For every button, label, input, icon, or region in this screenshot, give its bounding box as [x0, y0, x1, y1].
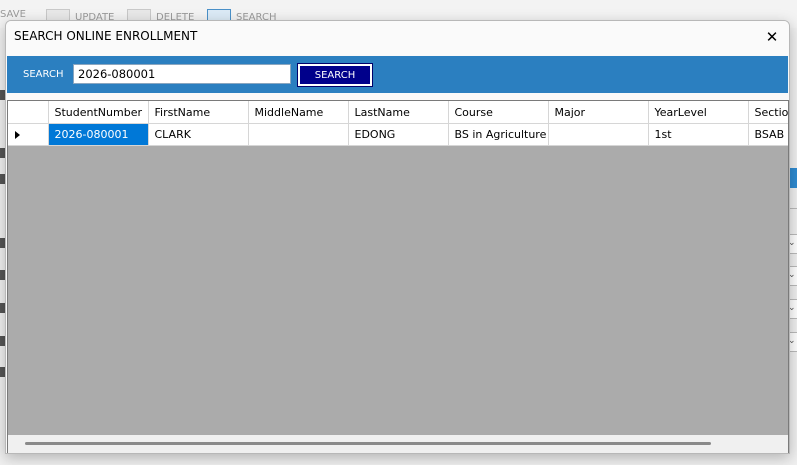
- background-save-button: SAVE: [0, 9, 26, 20]
- cell-first-name[interactable]: CLARK: [148, 123, 249, 146]
- row-indicator-arrow-icon: [15, 130, 20, 139]
- column-header-major[interactable]: Major: [548, 101, 649, 124]
- header-row: StudentNumber FirstName MiddleName LastN…: [8, 101, 788, 124]
- search-label: SEARCH: [23, 69, 64, 80]
- column-header-course[interactable]: Course: [448, 101, 549, 124]
- column-header-last-name[interactable]: LastName: [348, 101, 449, 124]
- enrollment-table: StudentNumber FirstName MiddleName LastN…: [8, 101, 788, 146]
- search-panel: SEARCH SEARCH: [7, 56, 788, 93]
- column-header-first-name[interactable]: FirstName: [148, 101, 249, 124]
- table-row[interactable]: 2026-080001 CLARK EDONG BS in Agricultur…: [8, 123, 788, 146]
- scrollbar-thumb[interactable]: [25, 442, 711, 445]
- search-button[interactable]: SEARCH: [297, 63, 373, 87]
- cell-middle-name[interactable]: [248, 123, 349, 146]
- close-icon: ✕: [765, 28, 779, 46]
- row-header-corner[interactable]: [8, 101, 49, 124]
- cell-course[interactable]: BS in Agriculture: [448, 123, 549, 146]
- dialog-title: SEARCH ONLINE ENROLLMENT: [14, 29, 198, 43]
- dialog-titlebar[interactable]: SEARCH ONLINE ENROLLMENT ✕: [6, 21, 789, 55]
- cell-year-level[interactable]: 1st: [648, 123, 749, 146]
- column-header-student-number[interactable]: StudentNumber: [48, 101, 149, 124]
- cell-section[interactable]: BSAB 1: [748, 123, 788, 146]
- enrollment-data-grid[interactable]: StudentNumber FirstName MiddleName LastN…: [7, 100, 789, 453]
- background-save-label: SAVE: [0, 9, 26, 20]
- column-header-middle-name[interactable]: MiddleName: [248, 101, 349, 124]
- row-header[interactable]: [8, 123, 49, 146]
- column-header-year-level[interactable]: YearLevel: [648, 101, 749, 124]
- cell-last-name[interactable]: EDONG: [348, 123, 449, 146]
- horizontal-scrollbar[interactable]: [8, 435, 788, 453]
- cell-major[interactable]: [548, 123, 649, 146]
- cell-student-number[interactable]: 2026-080001: [48, 123, 149, 146]
- close-button[interactable]: ✕: [759, 25, 785, 49]
- column-header-section[interactable]: Section: [748, 101, 788, 124]
- search-input[interactable]: [73, 64, 291, 84]
- search-enrollment-dialog: SEARCH ONLINE ENROLLMENT ✕ SEARCH SEARCH…: [5, 20, 790, 454]
